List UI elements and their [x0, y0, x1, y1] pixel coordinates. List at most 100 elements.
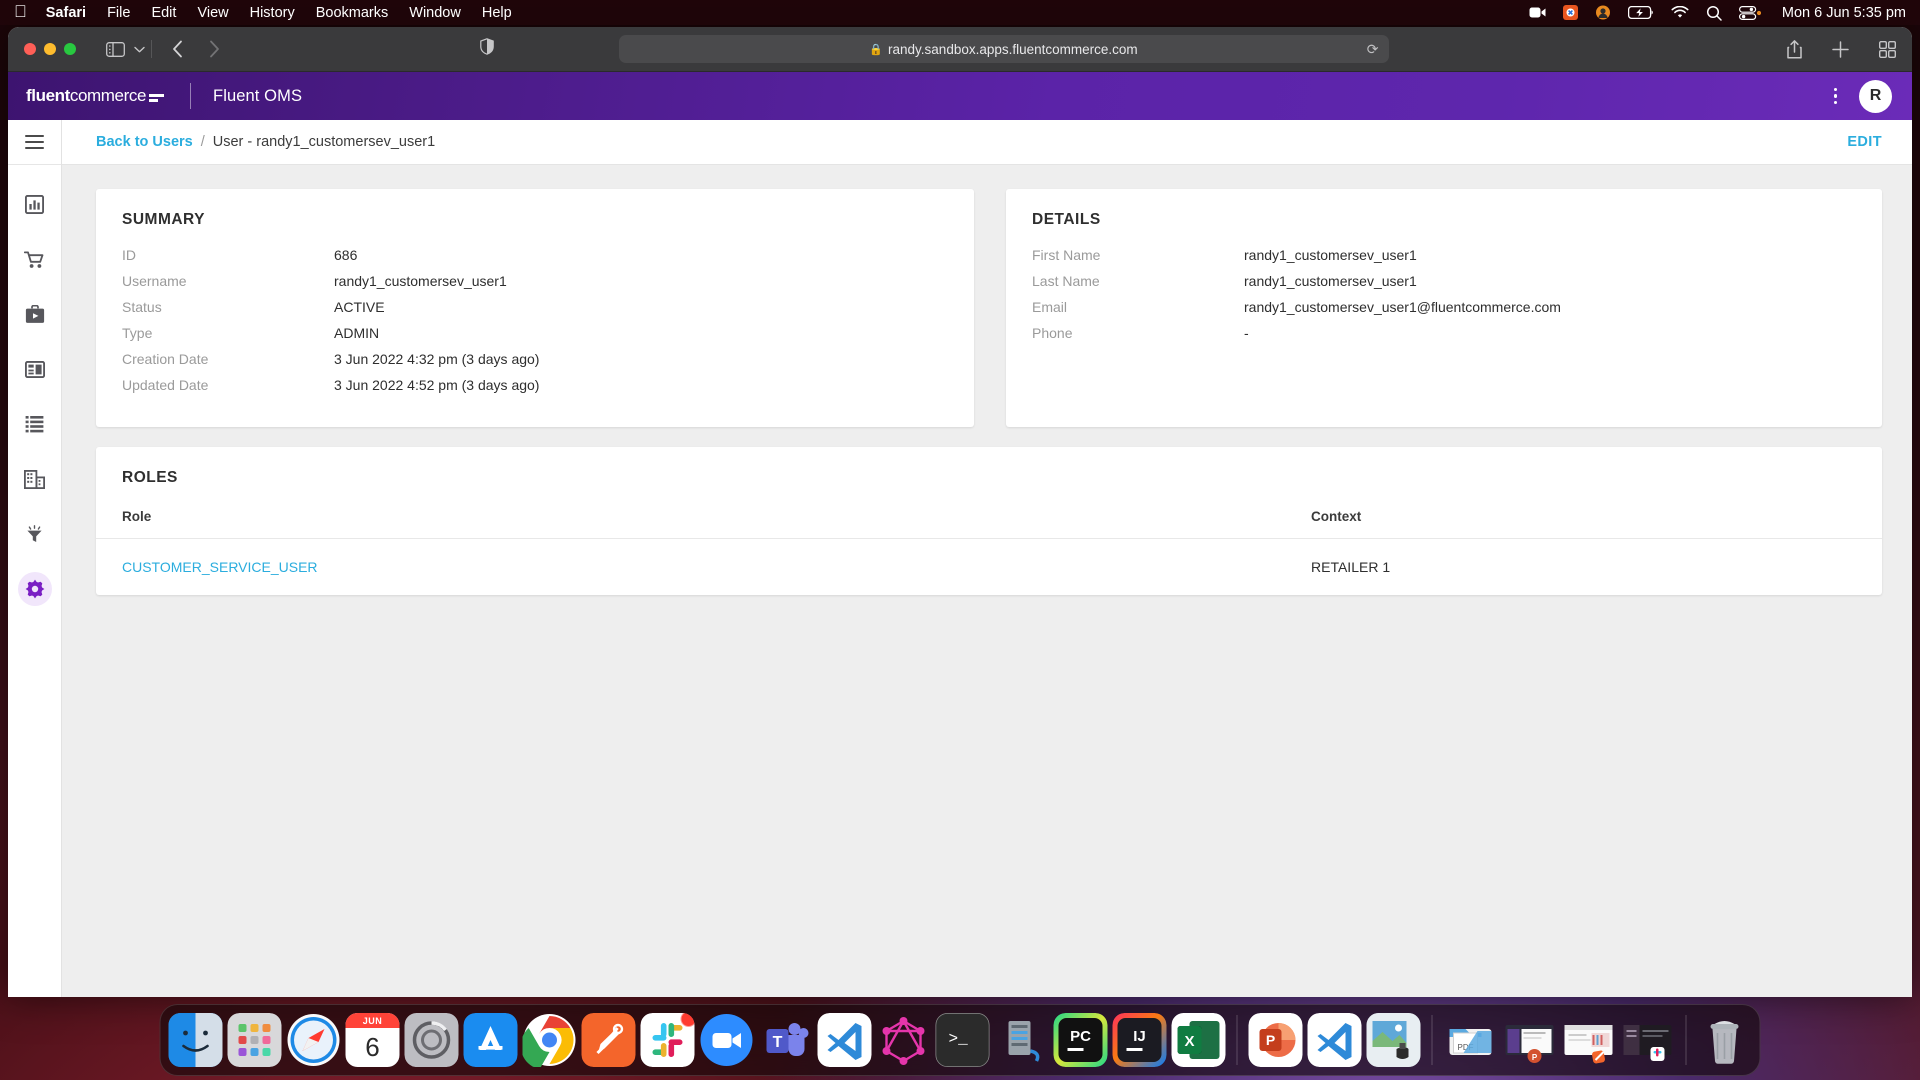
table-row[interactable]: CUSTOMER_SERVICE_USER RETAILER 1	[96, 539, 1882, 596]
menu-item-window[interactable]: Window	[409, 5, 461, 21]
reload-button[interactable]: ⟳	[1367, 41, 1379, 58]
details-title: DETAILS	[1032, 211, 1856, 229]
dock-safari[interactable]	[287, 1013, 341, 1067]
menu-item-file[interactable]: File	[107, 5, 130, 21]
menu-item-history[interactable]: History	[250, 5, 295, 21]
dock-settings[interactable]	[405, 1013, 459, 1067]
privacy-shield-icon[interactable]	[480, 38, 494, 60]
menu-item-help[interactable]: Help	[482, 5, 512, 21]
table-header-row: Role Context	[96, 487, 1882, 539]
menu-item-bookmarks[interactable]: Bookmarks	[316, 5, 389, 21]
dock-appstore[interactable]	[464, 1013, 518, 1067]
dock-minimized-preview[interactable]	[1562, 1013, 1616, 1067]
gear-icon	[25, 579, 45, 599]
roles-card: ROLES Role Context	[96, 447, 1882, 595]
dock-minimized-powerpoint[interactable]: P	[1503, 1013, 1557, 1067]
apple-menu-icon[interactable]: 	[14, 3, 27, 20]
dock-postman[interactable]	[582, 1013, 636, 1067]
sidebar-item-settings[interactable]	[18, 572, 52, 606]
svg-text:PC: PC	[1070, 1028, 1091, 1045]
dock-launchpad[interactable]	[228, 1013, 282, 1067]
calendar-month: JUN	[346, 1013, 400, 1028]
app-status-icon[interactable]	[1563, 5, 1578, 20]
sidebar-item-locations[interactable]	[18, 462, 52, 496]
dock-minimized-slack[interactable]	[1621, 1013, 1675, 1067]
safari-toolbar: 🔒 randy.sandbox.apps.fluentcommerce.com …	[8, 27, 1912, 72]
sidebar-item-insights[interactable]	[18, 517, 52, 551]
dock-terminal[interactable]: >_	[936, 1013, 990, 1067]
kebab-menu-icon[interactable]	[1826, 82, 1846, 111]
sidebar-dropdown-icon[interactable]	[134, 46, 145, 53]
edit-button[interactable]: EDIT	[1847, 134, 1882, 150]
share-icon[interactable]	[1787, 40, 1802, 59]
address-bar[interactable]: 🔒 randy.sandbox.apps.fluentcommerce.com …	[619, 35, 1389, 63]
dock-excel[interactable]: X	[1172, 1013, 1226, 1067]
field-label: Status	[122, 299, 334, 315]
headphones-icon[interactable]	[1595, 5, 1611, 20]
menu-clock[interactable]: Mon 6 Jun 5:35 pm	[1782, 5, 1906, 21]
forward-button[interactable]	[209, 40, 220, 58]
sidebar-item-orders[interactable]	[18, 242, 52, 276]
safari-window: 🔒 randy.sandbox.apps.fluentcommerce.com …	[8, 27, 1912, 997]
wifi-icon[interactable]	[1671, 6, 1689, 19]
avatar[interactable]: R	[1859, 80, 1892, 113]
hamburger-menu-icon[interactable]	[25, 135, 44, 150]
dock-intellij[interactable]: IJ	[1113, 1013, 1167, 1067]
sidebar-item-fulfilments[interactable]	[18, 297, 52, 331]
dock-calendar[interactable]: JUN 6	[346, 1013, 400, 1067]
role-link[interactable]: CUSTOMER_SERVICE_USER	[122, 559, 318, 575]
dock-server[interactable]	[995, 1013, 1049, 1067]
battery-charging-icon[interactable]	[1628, 6, 1654, 19]
sidebar-toggle-icon[interactable]	[106, 42, 125, 57]
close-button[interactable]	[24, 43, 36, 55]
dock-graphql[interactable]	[877, 1013, 931, 1067]
dock-vscode[interactable]	[818, 1013, 872, 1067]
field-label: Last Name	[1032, 273, 1244, 289]
sidebar-toggle[interactable]	[8, 120, 61, 165]
left-sidebar	[8, 120, 62, 997]
menu-item-safari[interactable]: Safari	[46, 5, 86, 21]
field-label: ID	[122, 247, 334, 263]
back-button[interactable]	[172, 40, 183, 58]
sidebar-item-inventory[interactable]	[18, 407, 52, 441]
app-header: fluentcommerce Fluent OMS R	[8, 72, 1912, 120]
menu-item-view[interactable]: View	[197, 5, 228, 21]
column-header-context: Context	[1311, 487, 1882, 539]
search-icon[interactable]	[1706, 5, 1722, 21]
summary-field-id: ID 686	[122, 247, 948, 263]
new-tab-button[interactable]	[1832, 41, 1849, 58]
building-icon	[24, 470, 45, 489]
cell-role: CUSTOMER_SERVICE_USER	[96, 539, 1311, 596]
card-layout-icon	[25, 361, 45, 378]
screen-recording-icon[interactable]	[1529, 6, 1546, 19]
summary-title: SUMMARY	[122, 211, 948, 229]
sidebar-item-dashboard[interactable]	[18, 187, 52, 221]
roles-title: ROLES	[122, 469, 1856, 487]
dock-powerpoint[interactable]: P	[1249, 1013, 1303, 1067]
minimize-button[interactable]	[44, 43, 56, 55]
dock-preview[interactable]	[1367, 1013, 1421, 1067]
dock-folder-pdf[interactable]: PDF	[1444, 1013, 1498, 1067]
dock-divider-2	[1432, 1015, 1433, 1065]
bar-chart-icon	[25, 195, 44, 214]
funnel-icon	[25, 525, 44, 544]
fluent-commerce-logo[interactable]: fluentcommerce	[26, 86, 164, 106]
tab-overview-icon[interactable]	[1879, 41, 1896, 58]
dock-vscode-insiders[interactable]	[1308, 1013, 1362, 1067]
dock-finder[interactable]	[169, 1013, 223, 1067]
calendar-day: 6	[365, 1028, 379, 1067]
summary-field-updated-date: Updated Date 3 Jun 2022 4:52 pm (3 days …	[122, 377, 948, 393]
menu-item-edit[interactable]: Edit	[151, 5, 176, 21]
svg-text:P: P	[1266, 1032, 1275, 1048]
control-center-icon[interactable]	[1739, 6, 1761, 20]
dock-zoom[interactable]	[700, 1013, 754, 1067]
dock-chrome[interactable]	[523, 1013, 577, 1067]
dock-teams[interactable]: T	[759, 1013, 813, 1067]
dock-slack[interactable]	[641, 1013, 695, 1067]
back-to-users-link[interactable]: Back to Users	[96, 134, 193, 150]
dock-pycharm[interactable]: PC	[1054, 1013, 1108, 1067]
zoom-button[interactable]	[64, 43, 76, 55]
dock-trash[interactable]	[1698, 1013, 1752, 1067]
sidebar-item-articles[interactable]	[18, 352, 52, 386]
mac-menu-bar:  Safari File Edit View History Bookmark…	[0, 0, 1920, 25]
